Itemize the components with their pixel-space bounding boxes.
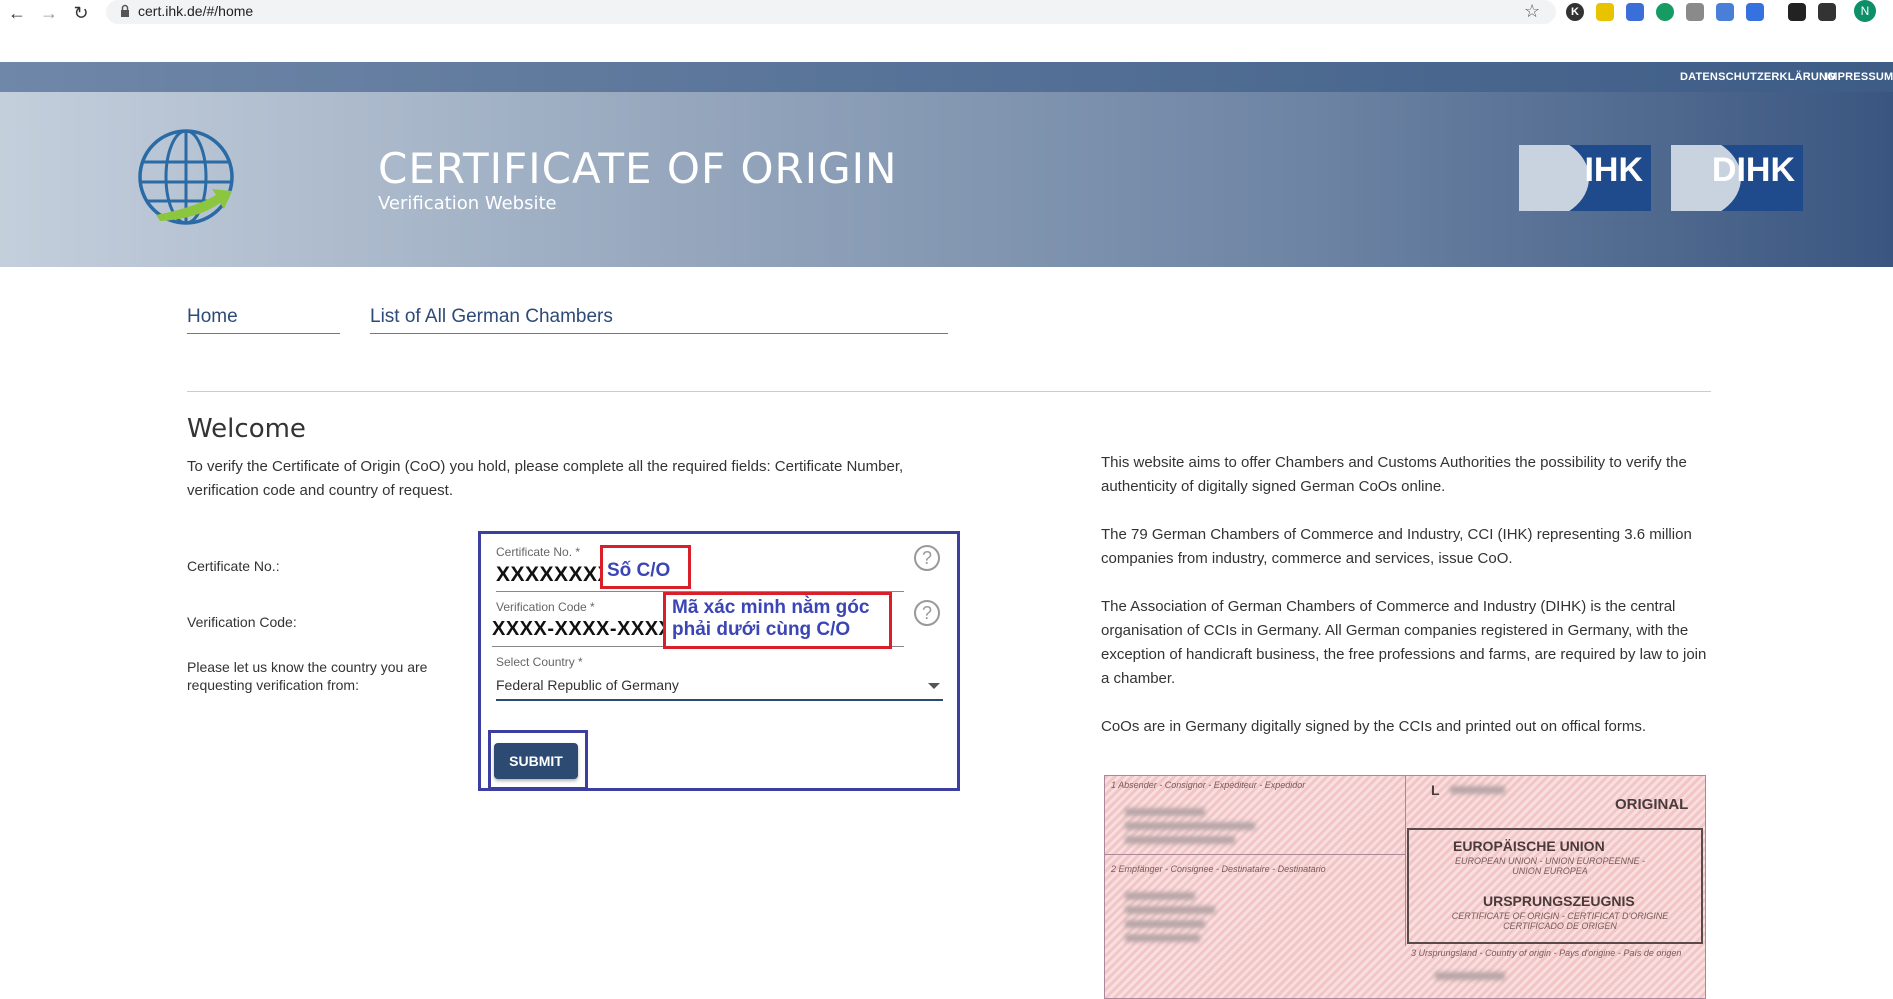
tab-home-underline: [187, 333, 340, 334]
tab-chambers-underline: [370, 333, 948, 334]
chevron-down-icon[interactable]: [928, 683, 940, 689]
extension-translate-icon[interactable]: [1746, 3, 1764, 21]
lock-icon: [121, 4, 129, 17]
certificate-field-label: Certificate No. *: [496, 545, 581, 559]
country-row-label: Please let us know the country you are r…: [187, 659, 428, 693]
bookmark-star-icon[interactable]: ☆: [1524, 1, 1540, 22]
info-paragraph-1: This website aims to offer Chambers and …: [1101, 454, 1687, 495]
playlist-icon[interactable]: [1818, 3, 1836, 21]
certificate-sample-image: 1 Absender - Consignor - Expéditeur - Ex…: [1104, 775, 1706, 999]
tab-home[interactable]: Home: [187, 306, 238, 328]
verification-annotation: Mã xác minh nằm góc phải dưới cùng C/O: [672, 597, 870, 640]
verification-help-icon[interactable]: ?: [914, 600, 940, 626]
cert-letter: L: [1431, 782, 1440, 798]
cert-field-1: 1 Absender - Consignor - Expéditeur - Ex…: [1111, 780, 1306, 790]
certificate-annotation: Số C/O: [607, 560, 671, 581]
top-strip: [0, 62, 1893, 92]
page-title: CERTIFICATE OF ORIGIN: [378, 144, 898, 193]
verification-row-label: Verification Code:: [187, 614, 297, 630]
avatar[interactable]: N: [1854, 0, 1876, 22]
back-icon[interactable]: ←: [6, 2, 28, 24]
dihk-logo-text: DIHK: [1711, 151, 1795, 189]
submit-button[interactable]: SUBMIT: [494, 743, 578, 779]
cert-field-2: 2 Empfänger - Consignee - Destinataire -…: [1111, 864, 1326, 874]
page-subtitle: Verification Website: [378, 193, 557, 214]
extension-code-icon[interactable]: [1686, 3, 1704, 21]
extension-phone-icon[interactable]: [1656, 3, 1674, 21]
globe-logo-icon: [138, 129, 234, 225]
info-paragraph-2: The 79 German Chambers of Commerce and I…: [1101, 526, 1692, 567]
extension-reader-icon[interactable]: [1716, 3, 1734, 21]
divider: [187, 391, 1711, 392]
extension-k-icon[interactable]: K: [1566, 3, 1584, 21]
verification-input[interactable]: XXXX-XXXX-XXXX: [492, 618, 672, 641]
certificate-row-label: Certificate No.:: [187, 558, 280, 574]
forward-icon[interactable]: →: [38, 2, 60, 24]
verification-field-label: Verification Code *: [496, 600, 595, 614]
imprint-link[interactable]: IMPRESSUM: [1825, 71, 1893, 83]
privacy-link[interactable]: DATENSCHUTZERKLÄRUNG: [1680, 71, 1836, 83]
puzzle-icon[interactable]: [1788, 3, 1806, 21]
welcome-intro: To verify the Certificate of Origin (CoO…: [187, 458, 904, 499]
url-text[interactable]: cert.ihk.de/#/home: [138, 3, 253, 19]
ihk-logo-text: IHK: [1584, 151, 1643, 189]
certificate-input[interactable]: XXXXXXXX: [496, 563, 612, 587]
cert-original: ORIGINAL: [1615, 796, 1689, 813]
reload-icon[interactable]: ↻: [70, 2, 92, 24]
certificate-help-icon[interactable]: ?: [914, 545, 940, 571]
country-field-label: Select Country *: [496, 655, 583, 669]
cert-eu-sub: EUROPEAN UNION - UNION EUROPEENNE - UNIO…: [1454, 856, 1646, 876]
tab-chambers[interactable]: List of All German Chambers: [370, 306, 613, 328]
extension-doc-icon[interactable]: [1626, 3, 1644, 21]
welcome-heading: Welcome: [187, 414, 306, 444]
extension-note-icon[interactable]: [1596, 3, 1614, 21]
cert-uz-title: URSPRUNGSZEUGNIS: [1483, 893, 1635, 909]
address-bar[interactable]: [106, 0, 1556, 24]
cert-eu-title: EUROPÄISCHE UNION: [1453, 838, 1605, 854]
info-paragraph-3: The Association of German Chambers of Co…: [1101, 598, 1707, 687]
ihk-logo: IHK: [1519, 145, 1651, 211]
info-paragraph-4: CoOs are in Germany digitally signed by …: [1101, 718, 1646, 735]
cert-field-3: 3 Ursprungsland - Country of origin - Pa…: [1411, 948, 1682, 958]
country-select[interactable]: Federal Republic of Germany: [496, 677, 679, 693]
cert-uz-sub: CERTIFICATE OF ORIGIN - CERTIFICAT D'ORI…: [1451, 911, 1669, 931]
dihk-logo: DIHK: [1671, 145, 1803, 211]
country-underline: [496, 699, 943, 701]
